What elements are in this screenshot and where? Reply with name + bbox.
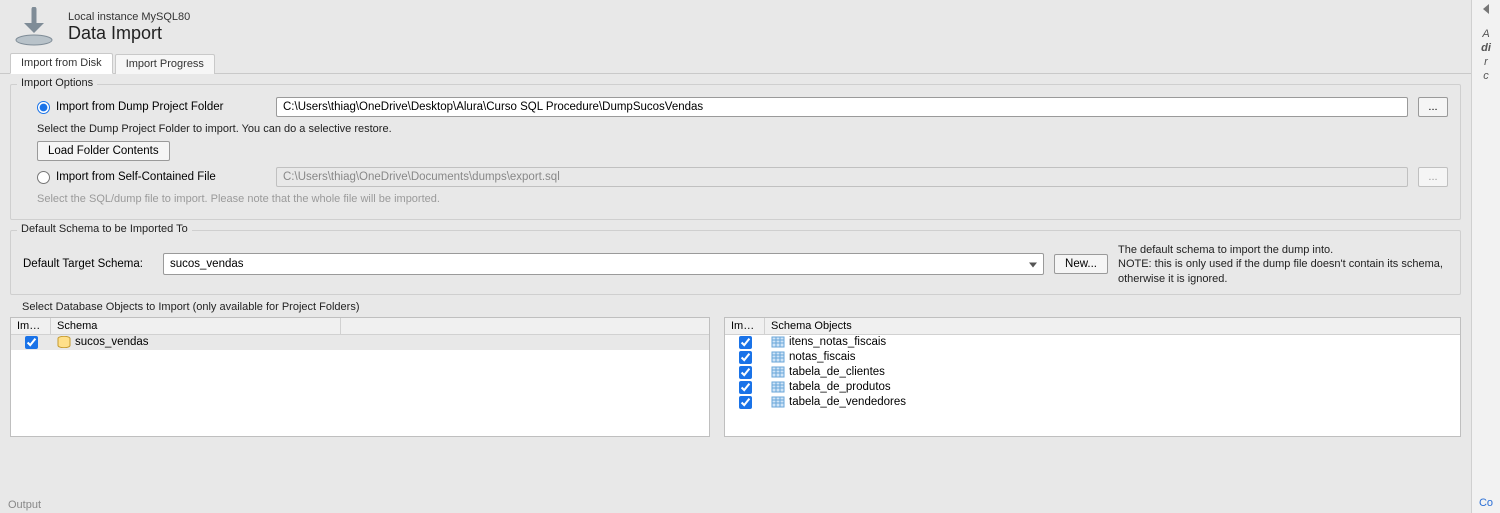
dump-folder-hint: Select the Dump Project Folder to import… [37,123,1448,135]
default-schema-label: Default Target Schema: [23,258,153,270]
object-row-checkbox[interactable] [739,336,752,349]
radio-import-self-contained-input[interactable] [37,171,50,184]
object-row-checkbox[interactable] [739,396,752,409]
right-sidebar-collapsed[interactable]: A di r c Co [1471,0,1500,513]
table-icon [771,396,785,408]
table-icon [771,381,785,393]
self-contained-browse-button: ... [1418,167,1448,187]
import-options-group: Import Options Import from Dump Project … [10,84,1461,220]
new-schema-button[interactable]: New... [1054,254,1108,274]
output-panel-label: Output [8,499,41,511]
tabs: Import from Disk Import Progress [0,52,1471,74]
radio-import-dump-folder[interactable]: Import from Dump Project Folder [37,101,266,114]
object-row-checkbox[interactable] [739,366,752,379]
tab-import-from-disk[interactable]: Import from Disk [10,53,113,74]
table-icon [771,366,785,378]
select-objects-group: Select Database Objects to Import (only … [10,301,1461,313]
page-title: Data Import [68,23,190,44]
default-schema-legend: Default Schema to be Imported To [17,223,192,235]
table-row[interactable]: tabela_de_produtos [725,380,1460,395]
schema-row-checkbox[interactable] [25,336,38,349]
self-contained-path-input [276,167,1408,187]
table-icon [771,336,785,348]
default-schema-select[interactable]: sucos_vendas [163,253,1044,275]
dump-folder-path-input[interactable] [276,97,1408,117]
table-row[interactable]: itens_notas_fiscais [725,335,1460,350]
schema-table[interactable]: Imp... Schema sucos_vendas [10,317,710,437]
table-icon [771,351,785,363]
database-icon [57,336,71,348]
table-row[interactable]: notas_fiscais [725,350,1460,365]
self-contained-hint: Select the SQL/dump file to import. Plea… [37,193,1448,205]
schema-objects-table[interactable]: Imp... Schema Objects itens_notas_fiscai… [724,317,1461,437]
table-row[interactable]: tabela_de_clientes [725,365,1460,380]
default-schema-note: The default schema to import the dump in… [1118,243,1448,286]
instance-label: Local instance MySQL80 [68,11,190,23]
select-objects-legend: Select Database Objects to Import (only … [22,301,1449,313]
data-import-icon [10,6,58,48]
tab-import-progress[interactable]: Import Progress [115,54,215,74]
expand-left-icon[interactable] [1483,4,1489,14]
table-row[interactable]: tabela_de_vendedores [725,395,1460,410]
object-row-checkbox[interactable] [739,351,752,364]
table-row[interactable]: sucos_vendas [11,335,709,350]
import-options-legend: Import Options [17,77,97,89]
load-folder-contents-button[interactable]: Load Folder Contents [37,141,170,161]
default-schema-group: Default Schema to be Imported To Default… [10,230,1461,295]
object-row-checkbox[interactable] [739,381,752,394]
dump-folder-browse-button[interactable]: ... [1418,97,1448,117]
radio-import-self-contained[interactable]: Import from Self-Contained File [37,171,266,184]
radio-import-dump-folder-input[interactable] [37,101,50,114]
